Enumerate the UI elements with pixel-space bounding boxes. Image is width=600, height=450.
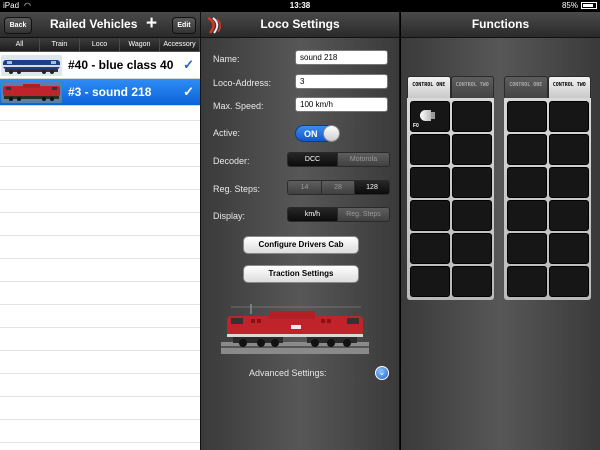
function-grid [504,98,591,300]
tab-control-one[interactable]: CONTROL ONE [407,76,451,98]
function-button[interactable] [507,233,547,264]
vehicle-row-218[interactable]: #3 - sound 218 ✓ [0,79,200,106]
filter-loco[interactable]: Loco [80,38,120,51]
function-button[interactable] [410,266,450,297]
function-button[interactable] [507,200,547,231]
function-button[interactable] [452,167,492,198]
function-button[interactable] [507,167,547,198]
decoder-dcc[interactable]: DCC [288,153,338,166]
reg-steps-segment: 14 28 128 [287,180,390,195]
address-label: Loco-Address: [213,78,272,88]
name-field[interactable] [295,50,388,65]
back-button[interactable]: Back [4,17,32,34]
function-button[interactable] [410,134,450,165]
display-label: Display: [213,211,246,221]
checkmark-icon: ✓ [183,57,194,72]
function-button[interactable] [452,200,492,231]
loco-settings-header: Loco Settings [201,12,399,38]
advanced-settings-label: Advanced Settings: [249,368,327,378]
function-button[interactable] [549,233,589,264]
locomotive-image [221,304,369,354]
function-button[interactable] [507,134,547,165]
active-toggle[interactable]: ON [295,125,340,142]
battery-percent: 85% [561,1,578,10]
configure-drivers-cab-button[interactable]: Configure Drivers Cab [243,236,359,254]
name-label: Name: [213,54,240,64]
active-label: Active: [213,128,241,138]
checkmark-icon: ✓ [183,84,194,99]
decoder-label: Decoder: [213,156,250,166]
loco-address-field[interactable] [295,74,388,89]
toggle-state: ON [304,129,318,139]
function-button[interactable] [410,200,450,231]
speed-label: Max. Speed: [213,101,264,111]
clock: 13:38 [289,1,311,10]
vehicle-name: #3 - sound 218 [68,85,152,99]
function-button[interactable] [549,134,589,165]
filter-segment: All Train Loco Wagon Accessory [0,38,200,52]
function-group-1: CONTROL ONE CONTROL TWO F0 [407,76,494,300]
function-button[interactable] [452,134,492,165]
function-button-f0[interactable]: F0 [410,101,450,132]
filter-train[interactable]: Train [40,38,80,51]
function-button[interactable] [549,101,589,132]
function-button[interactable] [410,167,450,198]
traction-settings-button[interactable]: Traction Settings [243,265,359,283]
function-button[interactable] [507,266,547,297]
decoder-segment: DCC Motorola [287,152,390,167]
display-reg-steps[interactable]: Reg. Steps [338,208,389,221]
vehicles-header: Back Railed Vehicles + Edit [0,12,200,38]
add-vehicle-button[interactable]: + [146,13,157,35]
filter-all[interactable]: All [0,38,40,51]
functions-title: Functions [471,17,530,31]
function-grid: F0 [407,98,494,300]
functions-panel: Functions CONTROL ONE CONTROL TWO F0 CON… [401,12,600,450]
function-button[interactable] [452,266,492,297]
chevron-down-icon[interactable]: ⌄ [375,366,389,380]
tab-control-two[interactable]: CONTROL TWO [547,76,591,98]
vehicles-title: Railed Vehicles [50,17,138,31]
tab-control-one[interactable]: CONTROL ONE [504,76,548,98]
control-tabs: CONTROL ONE CONTROL TWO [504,76,591,98]
battery-icon [581,2,597,9]
filter-wagon[interactable]: Wagon [120,38,160,51]
edit-button[interactable]: Edit [172,17,196,34]
function-button[interactable] [549,200,589,231]
function-button[interactable] [452,101,492,132]
red-loco-thumbnail [1,82,62,103]
status-bar: iPad ◠ 13:38 85% [0,0,600,12]
vehicles-panel: Back Railed Vehicles + Edit All Train Lo… [0,12,200,450]
vehicle-list: #40 - blue class 40 ✓ #3 - sound 218 ✓ [0,52,200,450]
function-button[interactable] [410,233,450,264]
vehicle-row-class40[interactable]: #40 - blue class 40 ✓ [0,52,200,79]
loco-settings-title: Loco Settings [260,17,340,31]
max-speed-field[interactable] [295,97,388,112]
steps-label: Reg. Steps: [213,184,261,194]
steps-128[interactable]: 128 [355,181,389,194]
function-group-2: CONTROL ONE CONTROL TWO [504,76,591,300]
function-button[interactable] [549,266,589,297]
function-button[interactable] [507,101,547,132]
f0-label: F0 [413,123,419,129]
display-segment: km/h Reg. Steps [287,207,390,222]
steps-28[interactable]: 28 [322,181,355,194]
headlight-icon [420,110,431,121]
tab-control-two[interactable]: CONTROL TWO [450,76,494,98]
function-button[interactable] [452,233,492,264]
steps-14[interactable]: 14 [288,181,322,194]
display-kmh[interactable]: km/h [288,208,338,221]
filter-accessory[interactable]: Accessory [160,38,200,51]
decoder-motorola[interactable]: Motorola [338,153,389,166]
control-tabs: CONTROL ONE CONTROL TWO [407,76,494,98]
loco-settings-panel: Loco Settings Name: Loco-Address: Max. S… [200,12,400,450]
blue-loco-thumbnail [1,55,62,76]
functions-header: Functions [401,12,600,38]
headlight-icon-base [431,112,435,119]
function-button[interactable] [549,167,589,198]
vehicle-name: #40 - blue class 40 [68,58,174,72]
